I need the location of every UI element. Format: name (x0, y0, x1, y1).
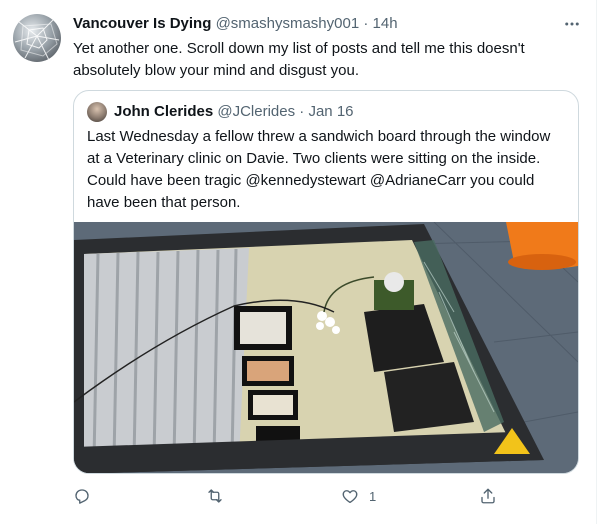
avatar[interactable] (13, 14, 61, 62)
heart-icon (342, 490, 358, 504)
quoted-avatar[interactable] (87, 102, 107, 122)
tweet-card[interactable]: Vancouver Is Dying @smashysmashy001 · 14… (0, 0, 597, 524)
author-name[interactable]: Vancouver Is Dying (73, 15, 211, 32)
retweet-icon (208, 489, 222, 503)
like-count: 1 (369, 488, 377, 504)
share-button[interactable] (479, 484, 507, 508)
action-bar: 1 (73, 484, 513, 508)
author-handle[interactable]: @smashysmashy001 (216, 15, 360, 32)
quoted-separator-dot: · (299, 103, 305, 120)
quoted-author-name: John Clerides (114, 103, 214, 120)
shattered-glass-avatar-image (14, 19, 60, 61)
like-button[interactable]: 1 (341, 484, 376, 508)
quoted-text: Last Wednesday a fellow threw a sandwich… (87, 128, 551, 211)
tweet-header: Vancouver Is Dying @smashysmashy001 · 14… (73, 15, 398, 35)
quoted-tweet[interactable]: John Clerides @JClerides · Jan 16 Last W… (73, 90, 579, 474)
quoted-author-handle: @JClerides (217, 103, 296, 120)
broken-window-photo (74, 222, 578, 473)
quoted-date: Jan 16 (308, 103, 354, 120)
share-icon (481, 488, 495, 504)
reply-button[interactable] (73, 484, 101, 508)
tweet-photo[interactable] (74, 222, 578, 473)
more-dots-icon (565, 22, 579, 26)
tweet-text: Yet another one. Scroll down my list of … (73, 40, 525, 79)
reply-icon (75, 489, 89, 504)
quoted-header: John Clerides @JClerides · Jan 16 (114, 103, 354, 120)
tweet-time[interactable]: 14h (373, 15, 398, 32)
more-options-button[interactable] (560, 12, 584, 36)
retweet-button[interactable] (205, 484, 235, 508)
separator-dot: · (363, 15, 369, 32)
